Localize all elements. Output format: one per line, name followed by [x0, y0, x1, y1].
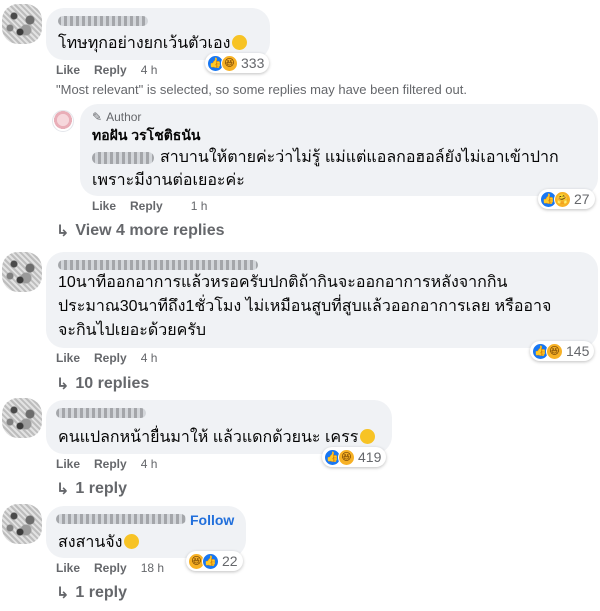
avatar[interactable] [2, 398, 42, 438]
reaction-count: 419 [358, 449, 382, 465]
comment-actions: Like Reply 18 h [56, 561, 164, 575]
view-replies-link[interactable]: ↳ 10 replies [56, 374, 149, 394]
comment-time[interactable]: 18 h [141, 561, 164, 575]
view-more-replies-link[interactable]: ↳ View 4 more replies [56, 221, 225, 241]
haha-reaction-icon: 😆 [546, 342, 563, 360]
thinking-emoji-icon [360, 429, 376, 444]
author-badge: ✎ Author [92, 110, 141, 124]
follow-button[interactable]: Follow [190, 512, 234, 528]
reaction-summary[interactable]: 👍 🤗 27 [538, 189, 595, 209]
reply-time[interactable]: 1 h [191, 199, 208, 213]
like-button[interactable]: Like [92, 199, 116, 213]
comment-text-line3: จะกินไปเยอะด้วยครับ [58, 322, 207, 339]
care-reaction-icon: 🤗 [554, 190, 571, 208]
grin-emoji-icon [232, 35, 248, 50]
like-button[interactable]: Like [56, 63, 80, 77]
like-button[interactable]: Like [56, 561, 80, 575]
commenter-name-redacted[interactable] [58, 260, 258, 270]
reply-text-line1: สาบานให้ตายค่ะว่าไม่รู้ แม่แต่แอลกอฮอล์ย… [160, 149, 559, 166]
view-replies-label: 1 reply [75, 480, 127, 497]
reply-button[interactable]: Reply [94, 63, 127, 77]
reply-text-line2: เพราะมีงานต่อเยอะค่ะ [92, 172, 245, 189]
view-more-replies-label: View 4 more replies [75, 222, 225, 239]
reply-button[interactable]: Reply [94, 457, 127, 471]
reply-arrow-icon: ↳ [56, 585, 70, 602]
comment-time[interactable]: 4 h [141, 457, 158, 471]
reply-button[interactable]: Reply [130, 199, 163, 213]
reply-arrow-icon: ↳ [56, 481, 70, 498]
like-button[interactable]: Like [56, 457, 80, 471]
comment-time[interactable]: 4 h [141, 351, 158, 365]
reaction-summary[interactable]: 👍 😆 419 [322, 447, 387, 467]
comment-actions: Like Reply 4 h [56, 457, 157, 471]
comment-actions: Like Reply 4 h [56, 351, 157, 365]
reaction-count: 333 [241, 55, 265, 71]
reaction-summary[interactable]: 👍 😆 145 [530, 341, 595, 361]
reply-arrow-icon: ↳ [56, 223, 70, 240]
avatar[interactable] [2, 504, 42, 544]
view-replies-label: 1 reply [75, 584, 127, 601]
comment-text: สงสานจัง [58, 531, 140, 554]
reaction-count: 22 [222, 553, 238, 569]
reaction-summary[interactable]: 👍 😆 333 [205, 53, 270, 73]
view-replies-link[interactable]: ↳ 1 reply [56, 583, 127, 603]
comment-text: โทษทุกอย่างยกเว้นตัวเอง [58, 32, 248, 55]
commenter-name-redacted[interactable] [58, 16, 148, 26]
reaction-count: 27 [574, 191, 590, 207]
filter-notice: "Most relevant" is selected, so some rep… [56, 82, 467, 97]
reply-actions: Like Reply 1 h [92, 199, 207, 213]
like-button[interactable]: Like [56, 351, 80, 365]
author-avatar[interactable] [52, 110, 74, 132]
author-name[interactable]: ทอฝัน วรโชติธนัน [92, 124, 200, 147]
comment-text-line2: ประมาณ30นาทีถึง1ชั่วโมง ไม่เหมือนสูบที่ส… [58, 298, 552, 315]
like-reaction-icon: 👍 [202, 552, 219, 570]
comment-text-line1: 10นาทีออกอาการแล้วหรอครับปกติถ้ากินจะออก… [58, 274, 508, 291]
tagged-name-redacted[interactable] [92, 152, 154, 164]
reaction-count: 145 [566, 343, 590, 359]
reply-button[interactable]: Reply [94, 561, 127, 575]
reaction-summary[interactable]: 😆 👍 22 [186, 551, 243, 571]
view-replies-label: 10 replies [75, 375, 150, 392]
comment-actions: Like Reply 4 h [56, 63, 157, 77]
sad-emoji-icon [124, 534, 140, 549]
reply-arrow-icon: ↳ [56, 376, 70, 393]
comment-text: คนแปลกหน้ายื่นมาให้ แล้วแดกด้วยนะ เครร [58, 426, 376, 449]
comment-time[interactable]: 4 h [141, 63, 158, 77]
avatar[interactable] [2, 4, 42, 44]
haha-reaction-icon: 😆 [221, 54, 238, 72]
view-replies-link[interactable]: ↳ 1 reply [56, 479, 127, 499]
avatar[interactable] [2, 252, 42, 292]
author-badge-label: Author [106, 110, 142, 124]
reply-button[interactable]: Reply [94, 351, 127, 365]
haha-reaction-icon: 😆 [338, 448, 355, 466]
commenter-name-redacted[interactable] [56, 408, 146, 418]
commenter-name-redacted[interactable] [56, 514, 186, 524]
pencil-icon: ✎ [92, 110, 103, 124]
